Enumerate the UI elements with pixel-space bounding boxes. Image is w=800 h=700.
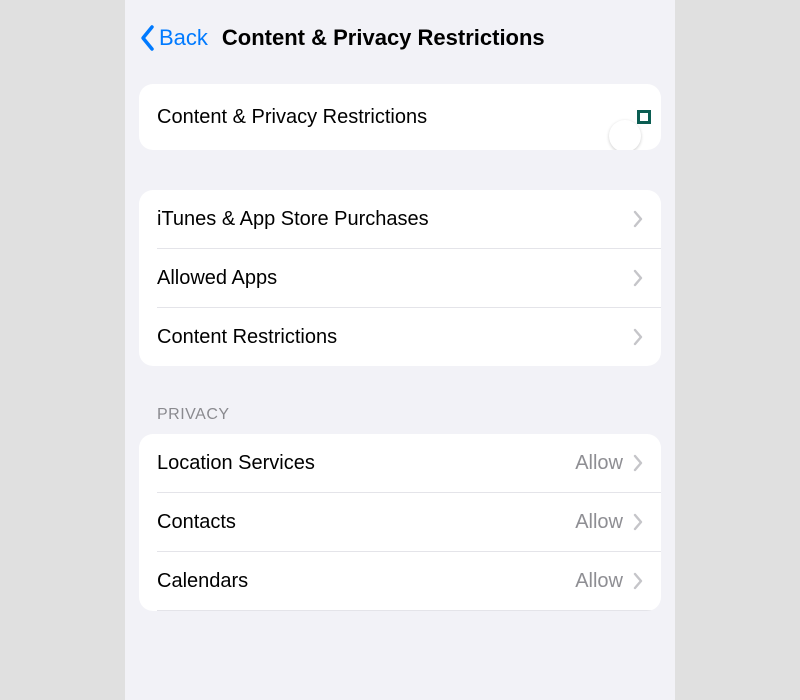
calendars-row[interactable]: Calendars Allow bbox=[139, 552, 661, 610]
row-label: Content Restrictions bbox=[157, 326, 337, 349]
chevron-right-icon bbox=[633, 572, 643, 590]
toggle-knob-icon bbox=[609, 120, 641, 150]
back-label: Back bbox=[159, 25, 208, 51]
row-accessory bbox=[633, 269, 643, 287]
content-privacy-toggle-row[interactable]: Content & Privacy Restrictions bbox=[139, 84, 661, 150]
chevron-right-icon bbox=[633, 210, 643, 228]
page-title: Content & Privacy Restrictions bbox=[222, 25, 545, 51]
row-label: Contacts bbox=[157, 511, 236, 534]
restrictions-group: iTunes & App Store Purchases Allowed App… bbox=[139, 190, 661, 366]
row-label: Location Services bbox=[157, 452, 315, 475]
contacts-row[interactable]: Contacts Allow bbox=[139, 493, 661, 551]
row-value-text: Allow bbox=[575, 452, 623, 475]
chevron-right-icon bbox=[633, 269, 643, 287]
privacy-group: Location Services Allow Contacts Allow C… bbox=[139, 434, 661, 611]
nav-header: Back Content & Privacy Restrictions bbox=[125, 0, 675, 74]
chevron-right-icon bbox=[633, 513, 643, 531]
row-accessory: Allow bbox=[575, 452, 643, 475]
row-label: Calendars bbox=[157, 570, 248, 593]
row-accessory bbox=[633, 210, 643, 228]
row-accessory: Allow bbox=[575, 570, 643, 593]
row-value-text: Allow bbox=[575, 570, 623, 593]
row-value-text: Allow bbox=[575, 511, 623, 534]
row-accessory bbox=[633, 328, 643, 346]
toggle-group: Content & Privacy Restrictions bbox=[139, 84, 661, 150]
row-label: iTunes & App Store Purchases bbox=[157, 208, 429, 231]
privacy-section-header: Privacy bbox=[157, 406, 675, 424]
chevron-left-icon bbox=[139, 24, 157, 52]
back-button[interactable]: Back bbox=[139, 24, 208, 52]
chevron-right-icon bbox=[633, 454, 643, 472]
row-accessory: Allow bbox=[575, 511, 643, 534]
itunes-appstore-row[interactable]: iTunes & App Store Purchases bbox=[139, 190, 661, 248]
settings-screen: Back Content & Privacy Restrictions Cont… bbox=[125, 0, 675, 700]
allowed-apps-row[interactable]: Allowed Apps bbox=[139, 249, 661, 307]
location-services-row[interactable]: Location Services Allow bbox=[139, 434, 661, 492]
row-label: Allowed Apps bbox=[157, 267, 277, 290]
content-restrictions-row[interactable]: Content Restrictions bbox=[139, 308, 661, 366]
row-label: Content & Privacy Restrictions bbox=[157, 106, 427, 129]
divider bbox=[157, 610, 661, 611]
chevron-right-icon bbox=[633, 328, 643, 346]
toggle-highlight bbox=[637, 110, 651, 124]
